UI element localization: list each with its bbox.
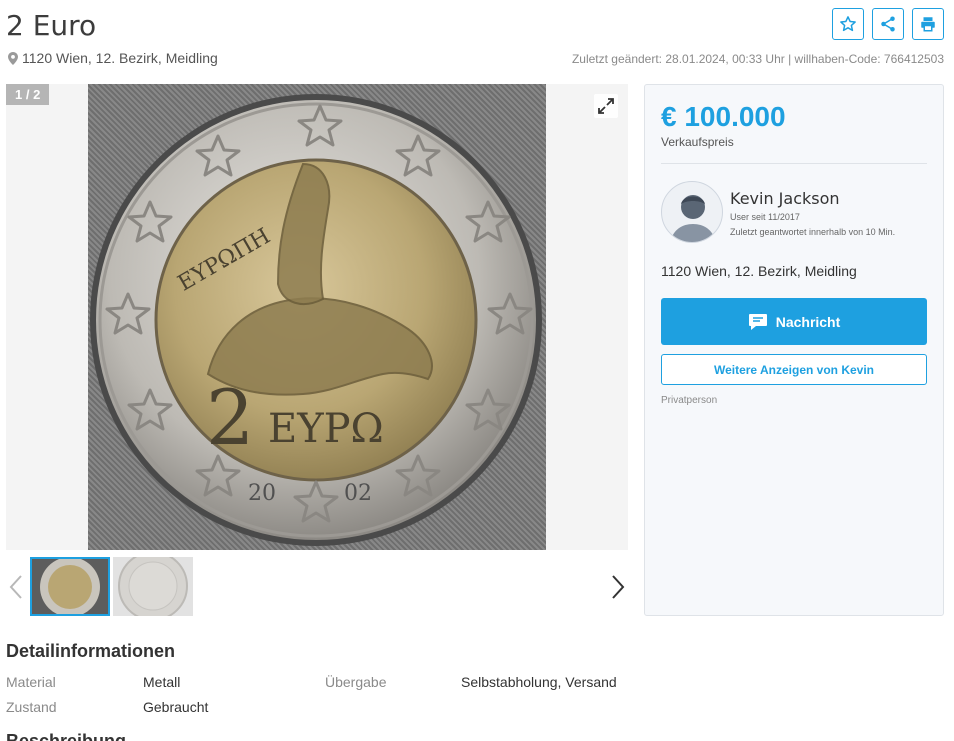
message-button[interactable]: Nachricht xyxy=(661,298,927,345)
thumbnail-strip xyxy=(6,557,628,617)
prev-image-button[interactable] xyxy=(6,573,26,601)
share-icon xyxy=(881,16,895,32)
listing-meta: Zuletzt geändert: 28.01.2024, 00:33 Uhr … xyxy=(571,52,944,66)
listing-location: 1120 Wien, 12. Bezirk, Meidling xyxy=(8,50,218,66)
favorite-button[interactable] xyxy=(832,8,864,40)
detail-value: Gebraucht xyxy=(143,699,209,715)
detail-row-handover: Übergabe xyxy=(325,674,387,690)
divider xyxy=(661,163,927,164)
seller-location: 1120 Wien, 12. Bezirk, Meidling xyxy=(661,263,857,279)
seller-sidebar: € 100.000 Verkaufspreis Kevin Jackson Us… xyxy=(644,84,944,616)
details-heading: Detailinformationen xyxy=(6,641,176,661)
coin-value-text: 2 xyxy=(206,373,254,462)
print-button[interactable] xyxy=(912,8,944,40)
detail-value: Metall xyxy=(143,674,181,690)
image-gallery[interactable]: 1 / 2 2 ΕΥΡΩ ΕΥΡΩΠΗ 20 02 xyxy=(6,84,628,550)
avatar[interactable] xyxy=(661,181,723,243)
chevron-left-icon xyxy=(9,575,22,599)
detail-key: Übergabe xyxy=(325,674,387,690)
coin-image: 2 ΕΥΡΩ ΕΥΡΩΠΗ 20 02 xyxy=(90,94,542,546)
detail-row-condition: Zustand xyxy=(6,699,57,715)
detail-value: Selbstabholung, Versand xyxy=(461,674,617,690)
main-photo[interactable]: 2 ΕΥΡΩ ΕΥΡΩΠΗ 20 02 xyxy=(88,84,546,550)
detail-value-condition: Gebraucht xyxy=(143,699,208,715)
fullscreen-button[interactable] xyxy=(594,94,618,118)
expand-icon xyxy=(598,98,614,114)
coin-thumbnail xyxy=(40,559,100,614)
seller-name[interactable]: Kevin Jackson xyxy=(730,189,840,208)
coin-year-right: 02 xyxy=(344,481,372,506)
user-avatar-icon xyxy=(670,195,716,242)
detail-row-material: Material xyxy=(6,674,56,690)
chat-icon xyxy=(748,313,767,330)
seller-response-time: Zuletzt geantwortet innerhalb von 10 Min… xyxy=(730,227,896,237)
coin-back-thumbnail xyxy=(118,557,188,616)
description-heading: Beschreibung xyxy=(6,731,127,741)
detail-key: Material xyxy=(6,674,56,690)
listing-title: 2 Euro xyxy=(6,9,97,42)
chevron-right-icon xyxy=(612,575,625,599)
more-ads-button[interactable]: Weitere Anzeigen von Kevin xyxy=(661,354,927,385)
star-icon xyxy=(840,16,856,32)
message-button-label: Nachricht xyxy=(775,313,841,330)
coin-year-left: 20 xyxy=(248,481,276,506)
image-counter: 1 / 2 xyxy=(6,84,50,105)
listing-location-text: 1120 Wien, 12. Bezirk, Meidling xyxy=(22,50,218,66)
seller-since: User seit 11/2017 xyxy=(730,212,800,222)
share-button[interactable] xyxy=(872,8,904,40)
price-label: Verkaufspreis xyxy=(661,135,734,149)
detail-value-material: Metall xyxy=(143,674,180,690)
detail-key: Zustand xyxy=(6,699,57,715)
price: € 100.000 xyxy=(661,101,786,132)
printer-icon xyxy=(921,17,935,32)
detail-value-handover: Selbstabholung, Versand xyxy=(461,674,617,690)
action-buttons xyxy=(832,8,944,40)
thumbnail-1[interactable] xyxy=(30,557,110,616)
thumbnail-2[interactable] xyxy=(113,557,193,616)
next-image-button[interactable] xyxy=(608,573,628,601)
map-pin-icon xyxy=(8,51,18,65)
seller-type: Privatperson xyxy=(661,395,718,406)
coin-currency-text: ΕΥΡΩ xyxy=(268,406,384,452)
